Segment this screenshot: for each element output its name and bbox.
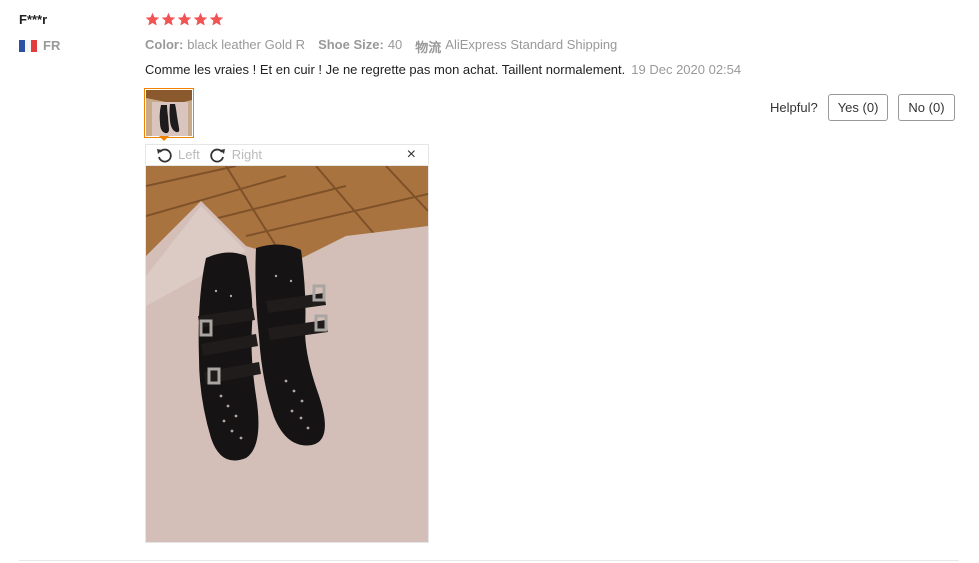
star-icon (161, 12, 176, 26)
rotate-right-button[interactable]: Right (210, 147, 262, 163)
attr-shipping-key: 物流 (415, 40, 442, 55)
image-viewer-toolbar: Left Right × (145, 144, 429, 164)
star-icon (145, 12, 160, 26)
helpful-no-button[interactable]: No (0) (898, 94, 955, 121)
review-date: 19 Dec 2020 02:54 (631, 62, 742, 77)
attr-color-value: black leather Gold R (187, 37, 306, 52)
review-photo-large (145, 165, 429, 543)
review-divider (19, 560, 959, 561)
reviewer-name: F***r (19, 12, 48, 27)
helpful-label: Helpful? (770, 100, 818, 115)
helpful-yes-button[interactable]: Yes (0) (827, 94, 889, 121)
boots-thumbnail-image (146, 90, 192, 136)
rotate-left-icon (157, 148, 172, 162)
review-photo-thumbnail[interactable] (144, 88, 194, 138)
thumbnail-pointer (159, 136, 169, 141)
product-attributes: Color: black leather Gold R Shoe Size: 4… (145, 37, 630, 56)
boots-photo-image (145, 165, 429, 542)
review-text: Comme les vraies ! Et en cuir ! Je ne re… (145, 62, 626, 77)
country-code: FR (43, 38, 61, 53)
star-icon (177, 12, 192, 26)
review-body: Comme les vraies ! Et en cuir ! Je ne re… (145, 62, 741, 77)
close-viewer-button[interactable]: × (407, 146, 416, 164)
rotate-left-label: Left (178, 147, 200, 162)
attr-color-key: Color: (145, 37, 184, 52)
attr-size-key: Shoe Size: (318, 37, 384, 52)
attr-size-value: 40 (387, 37, 403, 52)
rotate-left-button[interactable]: Left (156, 147, 200, 163)
rotate-right-icon (210, 148, 225, 162)
star-icon (209, 12, 224, 26)
france-flag-icon (19, 39, 37, 52)
rotate-right-label: Right (231, 147, 263, 162)
star-rating (145, 12, 224, 27)
reviewer-country: FR (19, 38, 60, 53)
attr-shipping-value: AliExpress Standard Shipping (445, 37, 618, 52)
helpful-votes: Helpful? Yes (0) No (0) (770, 94, 965, 121)
star-icon (193, 12, 208, 26)
